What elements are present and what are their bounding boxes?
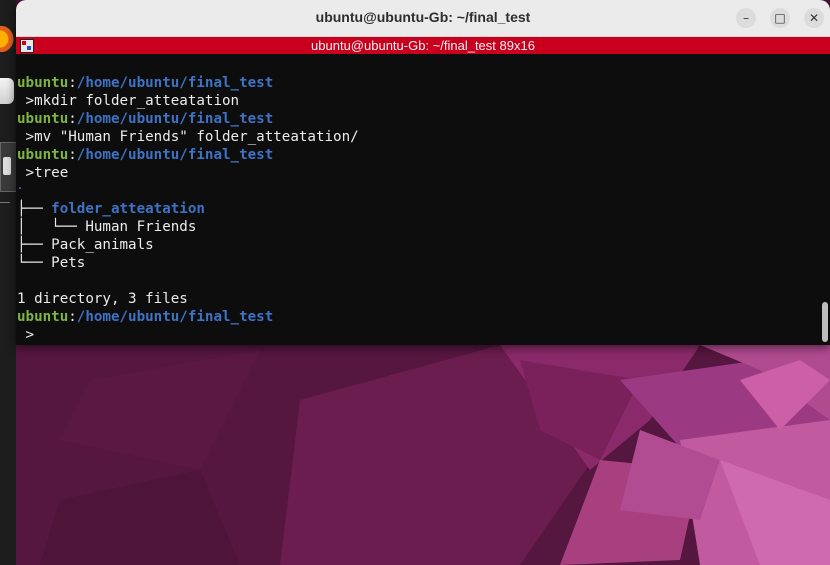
- tree-prefix: ├──: [17, 237, 52, 253]
- tree-summary: 1 directory, 3 files: [17, 291, 188, 307]
- terminal-scrollbar[interactable]: [822, 302, 828, 342]
- prompt-line: ubuntu:/home/ubuntu/final_test: [17, 110, 273, 128]
- tree-entry-name: folder_atteatation: [51, 201, 205, 217]
- command-line: >tree: [17, 165, 69, 181]
- prompt-line: ubuntu:/home/ubuntu/final_test: [17, 308, 273, 326]
- tree-prefix: │ └──: [17, 219, 86, 235]
- tree-root: .: [17, 181, 24, 192]
- prompt-line: ubuntu:/home/ubuntu/final_test: [17, 146, 273, 164]
- prompt-user: ubuntu: [17, 147, 69, 163]
- prompt-user: ubuntu: [17, 111, 69, 127]
- files-icon[interactable]: [0, 78, 14, 104]
- prompt-path: /home/ubuntu/final_test: [76, 309, 274, 325]
- prompt-separator: :: [68, 75, 77, 91]
- dock-divider: [0, 202, 10, 203]
- command-input-line[interactable]: >: [17, 326, 35, 344]
- command-line: >mkdir folder_atteatation: [17, 93, 240, 109]
- prompt-path: /home/ubuntu/final_test: [76, 111, 274, 127]
- prompt-path: /home/ubuntu/final_test: [76, 75, 274, 91]
- tree-entry-name: Pack_animals: [51, 237, 154, 253]
- window-title: ubuntu@ubuntu-Gb: ~/final_test: [315, 9, 531, 25]
- tree-prefix: └──: [17, 255, 52, 271]
- close-icon[interactable]: ✕: [804, 8, 824, 28]
- prompt-separator: :: [68, 111, 77, 127]
- prompt-line: ubuntu:/home/ubuntu/final_test: [17, 74, 273, 92]
- tree-entry-name: Pets: [51, 255, 86, 271]
- tree-entry-name: Human Friends: [85, 219, 197, 235]
- minimize-icon[interactable]: –: [736, 8, 756, 28]
- tree-entry: ├── Pack_animals: [17, 236, 154, 254]
- title-bar[interactable]: ubuntu@ubuntu-Gb: ~/final_test – □ ✕: [16, 0, 830, 37]
- prompt-user: ubuntu: [17, 309, 69, 325]
- tree-entry: ├── folder_atteatation: [17, 200, 205, 218]
- prompt-separator: :: [68, 147, 77, 163]
- prompt-path: /home/ubuntu/final_test: [76, 147, 274, 163]
- prompt-user: ubuntu: [17, 75, 69, 91]
- tree-entry: └── Pets: [17, 254, 85, 272]
- tree-entry: │ └── Human Friends: [17, 218, 196, 236]
- terminal-tab-bar[interactable]: ubuntu@ubuntu-Gb: ~/final_test 89x16: [16, 37, 830, 54]
- tab-title: ubuntu@ubuntu-Gb: ~/final_test 89x16: [311, 38, 535, 53]
- dock: [0, 0, 816, 565]
- command-line: >mv "Human Friends" folder_atteatation/: [17, 129, 359, 145]
- firefox-icon[interactable]: [0, 26, 14, 52]
- terminal-output[interactable]: ubuntu:/home/ubuntu/final_test >mkdir fo…: [16, 54, 830, 345]
- terminal-window: ubuntu@ubuntu-Gb: ~/final_test – □ ✕ ubu…: [16, 0, 830, 345]
- maximize-icon[interactable]: □: [770, 8, 790, 28]
- prompt-separator: :: [68, 309, 77, 325]
- tree-prefix: ├──: [17, 201, 52, 217]
